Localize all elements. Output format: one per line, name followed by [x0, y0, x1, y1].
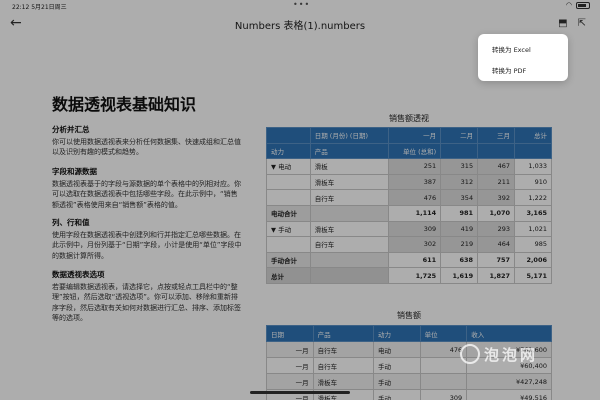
convert-menu: 转换为 Excel 转换为 PDF — [478, 34, 568, 81]
watermark: 泡泡网 — [460, 339, 590, 369]
home-indicator[interactable] — [250, 391, 350, 394]
menu-item-convert-pdf[interactable]: 转换为 PDF — [492, 65, 526, 75]
menu-item-convert-excel[interactable]: 转换为 Excel — [492, 44, 531, 54]
watermark-text: 泡泡网 — [484, 345, 539, 364]
watermark-logo-icon — [460, 344, 480, 364]
